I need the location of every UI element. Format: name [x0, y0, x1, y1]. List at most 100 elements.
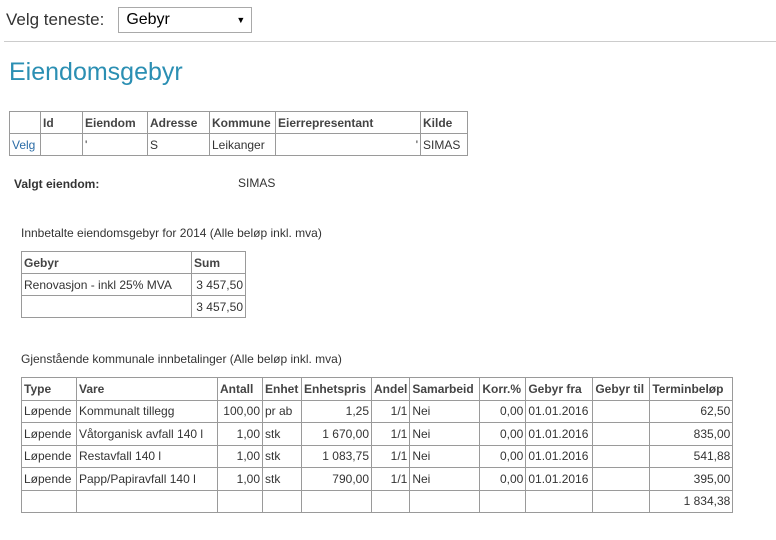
- cell-empty: [21, 295, 192, 318]
- remaining-payments-table: Type Vare Antall Enhet Enhetspris Andel …: [21, 377, 734, 513]
- cell-kommune: Leikanger: [209, 133, 276, 156]
- cell-enhetspris: 1 670,00: [301, 422, 372, 446]
- cell-terminbelop: 395,00: [649, 467, 734, 491]
- col-adresse-header: Adresse: [147, 111, 210, 134]
- cell-enhet: stk: [262, 444, 302, 468]
- cell-gebyr-til: [592, 467, 651, 491]
- col-id-header: Id: [40, 111, 83, 134]
- cell-andel: 1/1: [370, 444, 411, 468]
- cell-type: Løpende: [21, 467, 77, 491]
- cell-antall: 1,00: [217, 444, 263, 468]
- col-eier-header: Eierrepresentant: [275, 111, 421, 134]
- col-andel-header: Andel: [370, 377, 411, 401]
- cell-gebyr-til: [592, 399, 651, 423]
- cell-korr: 0,00: [479, 399, 527, 423]
- col-korr-header: Korr.%: [479, 377, 527, 401]
- cell-empty: [76, 489, 218, 513]
- remaining-payments-total-row: 1 834,38: [21, 489, 734, 513]
- cell-gebyr-fra: 01.01.2016: [525, 444, 594, 468]
- remaining-payments-caption: Gjenstående kommunale innbetalinger (All…: [21, 352, 342, 366]
- table-row: Løpende Restavfall 140 l 1,00 stk 1 083,…: [21, 444, 734, 468]
- cell-korr: 0,00: [479, 467, 527, 491]
- cell-samarbeid: Nei: [409, 444, 481, 468]
- paid-fees-total: 3 457,50: [191, 295, 246, 318]
- cell-gebyr-til: [592, 444, 651, 468]
- cell-antall: 100,00: [217, 399, 263, 423]
- cell-sum: 3 457,50: [191, 273, 246, 296]
- cell-gebyr-til: [592, 422, 651, 446]
- service-select[interactable]: Gebyr ▼: [118, 7, 253, 33]
- col-gebyr-fra-header: Gebyr fra: [525, 377, 594, 401]
- service-select-value: Gebyr: [126, 11, 170, 28]
- cell-andel: 1/1: [370, 399, 411, 423]
- cell-vare: Våtorganisk avfall 140 l: [76, 422, 218, 446]
- col-antall-header: Antall: [217, 377, 263, 401]
- table-row: Løpende Papp/Papiravfall 140 l 1,00 stk …: [21, 467, 734, 491]
- cell-enhet: stk: [262, 467, 302, 491]
- col-gebyr-header: Gebyr: [21, 251, 192, 274]
- cell-enhet: stk: [262, 422, 302, 446]
- col-eiendom-header: Eiendom: [82, 111, 148, 134]
- cell-gebyr: Renovasjon - inkl 25% MVA: [21, 273, 192, 296]
- cell-terminbelop: 541,88: [649, 444, 734, 468]
- cell-gebyr-fra: 01.01.2016: [525, 422, 594, 446]
- selected-property-value: SIMAS: [238, 176, 276, 190]
- cell-empty: [479, 489, 527, 513]
- col-enhetspris-header: Enhetspris: [301, 377, 372, 401]
- cell-andel: 1/1: [370, 422, 411, 446]
- cell-terminbelop: 835,00: [649, 422, 734, 446]
- cell-id: [40, 133, 83, 156]
- cell-empty: [301, 489, 372, 513]
- cell-empty: [370, 489, 411, 513]
- cell-korr: 0,00: [479, 422, 527, 446]
- cell-type: Løpende: [21, 399, 77, 423]
- cell-eier: ': [275, 133, 421, 156]
- cell-enhetspris: 1,25: [301, 399, 372, 423]
- cell-empty: [592, 489, 651, 513]
- paid-fees-table: Gebyr Sum Renovasjon - inkl 25% MVA 3 45…: [21, 251, 246, 318]
- cell-samarbeid: Nei: [409, 467, 481, 491]
- table-row: Velg ' S Leikanger ' SIMAS: [9, 133, 468, 156]
- col-type-header: Type: [21, 377, 77, 401]
- cell-vare: Papp/Papiravfall 140 l: [76, 467, 218, 491]
- cell-type: Løpende: [21, 444, 77, 468]
- cell-andel: 1/1: [370, 467, 411, 491]
- cell-gebyr-fra: 01.01.2016: [525, 467, 594, 491]
- cell-enhetspris: 1 083,75: [301, 444, 372, 468]
- col-gebyr-til-header: Gebyr til: [592, 377, 651, 401]
- col-sum-header: Sum: [191, 251, 246, 274]
- selected-property-label: Valgt eiendom:: [14, 177, 100, 191]
- cell-terminbelop: 62,50: [649, 399, 734, 423]
- cell-samarbeid: Nei: [409, 399, 481, 423]
- col-select-header: [9, 111, 41, 134]
- select-property-link[interactable]: Velg: [9, 133, 41, 156]
- remaining-payments-header: Type Vare Antall Enhet Enhetspris Andel …: [21, 377, 734, 401]
- dropdown-arrow-icon: ▼: [236, 15, 246, 25]
- service-label: Velg teneste:: [6, 10, 105, 29]
- cell-adresse: S: [147, 133, 210, 156]
- remaining-payments-total: 1 834,38: [649, 489, 734, 513]
- cell-samarbeid: Nei: [409, 422, 481, 446]
- cell-gebyr-fra: 01.01.2016: [525, 399, 594, 423]
- cell-empty: [217, 489, 263, 513]
- col-enhet-header: Enhet: [262, 377, 302, 401]
- service-selector-bar: Velg teneste: Gebyr ▼: [6, 6, 253, 34]
- col-samarbeid-header: Samarbeid: [409, 377, 481, 401]
- paid-fees-caption: Innbetalte eiendomsgebyr for 2014 (Alle …: [21, 226, 322, 240]
- cell-empty: [21, 489, 77, 513]
- paid-fees-total-row: 3 457,50: [21, 295, 246, 318]
- table-row: Renovasjon - inkl 25% MVA 3 457,50: [21, 273, 246, 296]
- col-terminbelop-header: Terminbeløp: [649, 377, 734, 401]
- divider: [4, 41, 776, 42]
- cell-enhetspris: 790,00: [301, 467, 372, 491]
- table-row: Løpende Våtorganisk avfall 140 l 1,00 st…: [21, 422, 734, 446]
- paid-fees-header: Gebyr Sum: [21, 251, 246, 274]
- cell-empty: [409, 489, 481, 513]
- table-row: Løpende Kommunalt tillegg 100,00 pr ab 1…: [21, 399, 734, 423]
- cell-vare: Kommunalt tillegg: [76, 399, 218, 423]
- cell-korr: 0,00: [479, 444, 527, 468]
- property-table-header: Id Eiendom Adresse Kommune Eierrepresent…: [9, 111, 468, 134]
- cell-empty: [262, 489, 302, 513]
- cell-antall: 1,00: [217, 467, 263, 491]
- col-kilde-header: Kilde: [420, 111, 468, 134]
